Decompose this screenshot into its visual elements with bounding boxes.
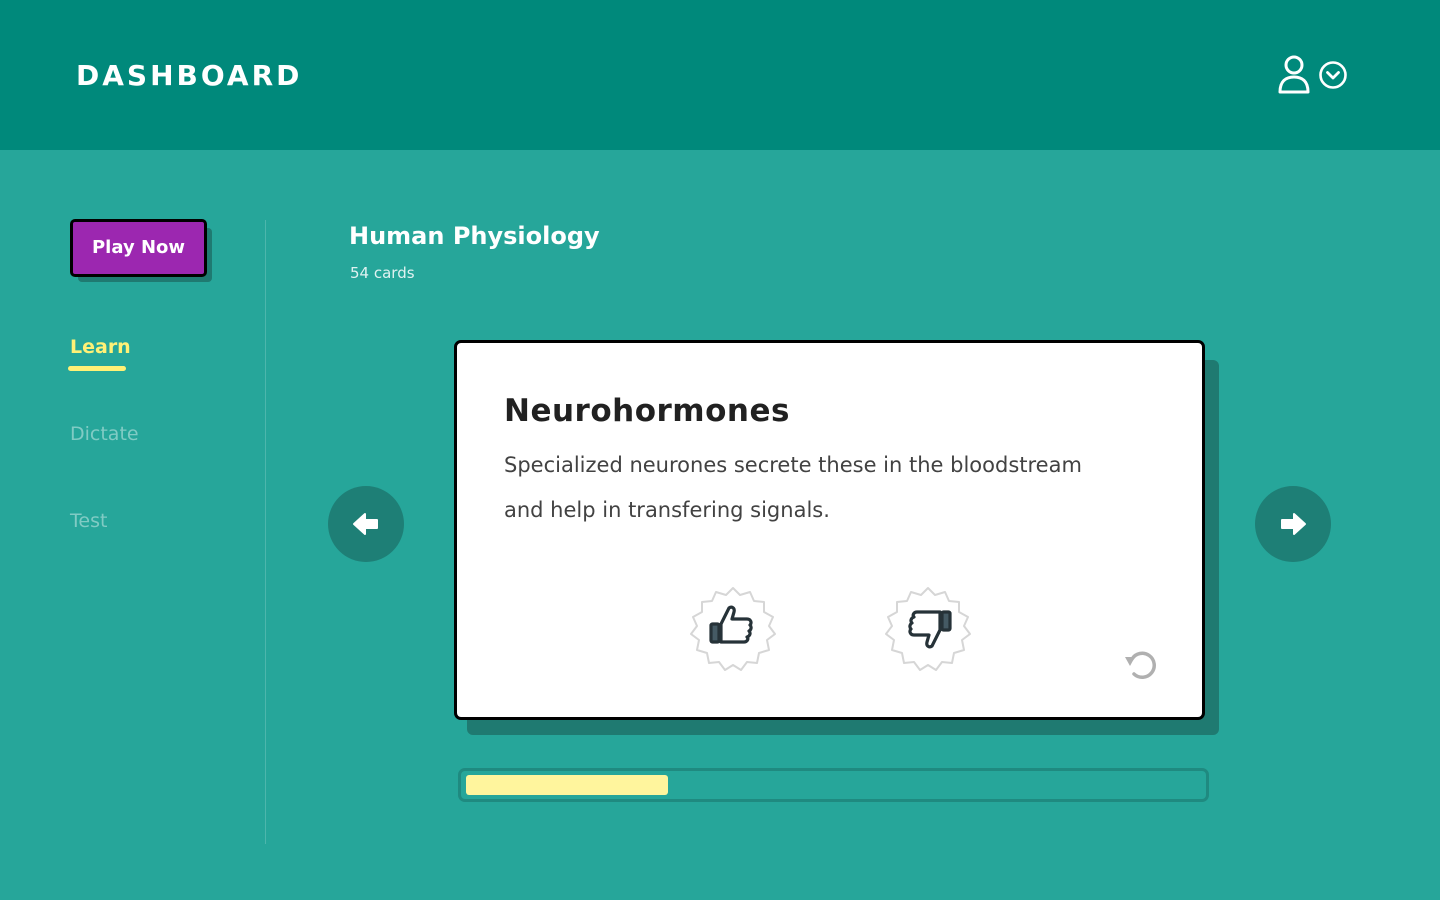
progress-fill (466, 775, 668, 795)
arrow-left-icon (353, 513, 378, 535)
flip-card-icon[interactable] (1122, 645, 1160, 683)
next-card-button[interactable] (1255, 486, 1331, 562)
progress-bar (458, 768, 1209, 802)
badge-outline-icon (885, 587, 971, 671)
nav-item-learn[interactable]: Learn (70, 336, 131, 358)
flashcard[interactable]: Neurohormones Specialized neurones secre… (454, 340, 1205, 720)
app-title: DASHBOARD (76, 59, 303, 92)
card-term: Neurohormones (504, 393, 790, 429)
nav-item-test[interactable]: Test (70, 510, 107, 532)
badge-outline-icon (690, 587, 776, 671)
top-bar: DASHBOARD (0, 0, 1440, 150)
thumbs-up-button[interactable] (689, 586, 777, 674)
active-tab-indicator (68, 366, 126, 371)
card-definition: Specialized neurones secrete these in th… (504, 453, 1082, 522)
previous-card-button[interactable] (328, 486, 404, 562)
sidebar-divider (265, 220, 266, 844)
arrow-right-icon (1281, 513, 1306, 535)
deck-card-count: 54 cards (350, 264, 415, 282)
deck-title: Human Physiology (349, 222, 600, 250)
user-icon[interactable] (1277, 54, 1311, 94)
nav-item-dictate[interactable]: Dictate (70, 423, 139, 445)
chevron-down-circle-icon[interactable] (1318, 60, 1348, 90)
play-now-button[interactable]: Play Now (70, 219, 207, 277)
thumbs-down-button[interactable] (884, 586, 972, 674)
